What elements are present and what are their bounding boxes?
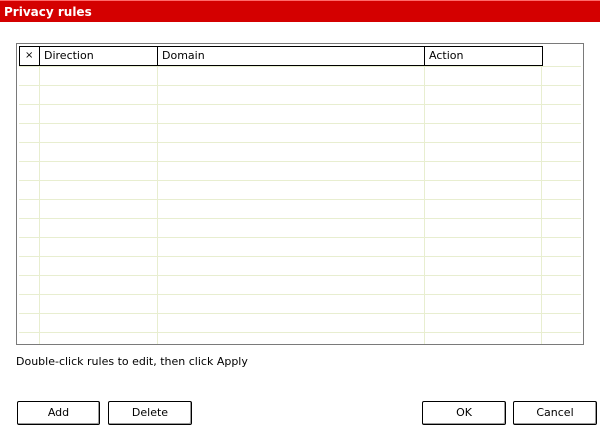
row-divider bbox=[19, 275, 581, 276]
table-header: × Direction Domain Action bbox=[19, 46, 543, 66]
column-divider bbox=[541, 66, 542, 344]
row-divider bbox=[19, 161, 581, 162]
row-divider bbox=[19, 85, 581, 86]
cancel-button[interactable]: Cancel bbox=[513, 401, 597, 425]
row-divider bbox=[19, 199, 581, 200]
row-divider bbox=[19, 256, 581, 257]
instruction-text: Double-click rules to edit, then click A… bbox=[16, 355, 248, 368]
column-header-action[interactable]: Action bbox=[425, 47, 542, 65]
column-header-domain[interactable]: Domain bbox=[158, 47, 425, 65]
column-divider bbox=[39, 66, 40, 344]
table-body[interactable] bbox=[19, 66, 581, 344]
row-divider bbox=[19, 237, 581, 238]
row-divider bbox=[19, 332, 581, 333]
row-divider bbox=[19, 66, 581, 67]
privacy-rules-dialog: Privacy rules × Direction Domain Action bbox=[0, 0, 601, 438]
row-divider bbox=[19, 313, 581, 314]
row-divider bbox=[19, 218, 581, 219]
rules-table[interactable]: × Direction Domain Action bbox=[16, 43, 584, 345]
row-divider bbox=[19, 104, 581, 105]
ok-button[interactable]: OK bbox=[422, 401, 506, 425]
dialog-title: Privacy rules bbox=[0, 0, 600, 22]
column-header-direction[interactable]: Direction bbox=[40, 47, 158, 65]
add-button[interactable]: Add bbox=[17, 401, 100, 425]
row-divider bbox=[19, 294, 581, 295]
row-divider bbox=[19, 123, 581, 124]
row-divider bbox=[19, 180, 581, 181]
column-divider bbox=[157, 66, 158, 344]
delete-button[interactable]: Delete bbox=[108, 401, 192, 425]
column-divider bbox=[424, 66, 425, 344]
row-divider bbox=[19, 142, 581, 143]
column-header-delete[interactable]: × bbox=[20, 47, 40, 65]
